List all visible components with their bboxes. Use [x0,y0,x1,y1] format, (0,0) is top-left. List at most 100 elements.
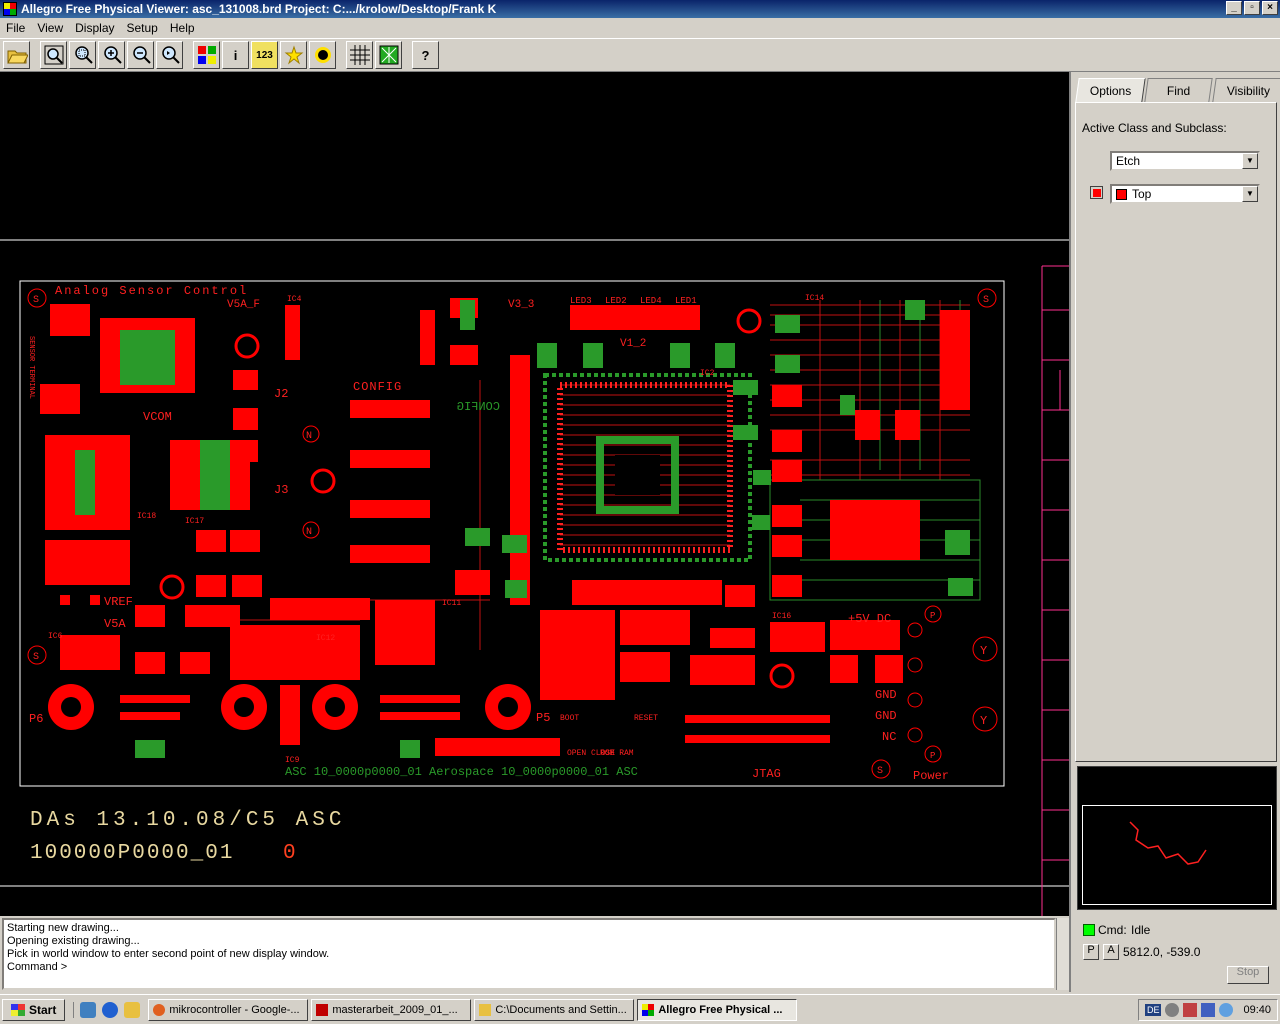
label-ic12: IC12 [316,634,335,643]
menu-view[interactable]: View [31,21,69,35]
label-jtag: JTAG [752,767,781,781]
open-icon[interactable] [3,41,30,69]
dehighlight-icon[interactable] [309,41,336,69]
update-icon[interactable] [1219,1002,1234,1017]
chevron-down-icon[interactable]: ▼ [1242,186,1258,202]
task-explorer[interactable]: C:\Documents and Settin... [474,998,635,1021]
label-n-1: N [306,431,312,442]
close-button[interactable]: × [1262,1,1278,15]
fid-s-4: S [877,766,883,777]
color-swatch-icon [1092,188,1101,197]
label-ic4: IC4 [287,295,302,304]
zoom-window-icon[interactable] [69,41,96,69]
folder-icon [479,1003,492,1016]
menu-help[interactable]: Help [164,21,201,35]
task-label: C:\Documents and Settin... [495,1003,627,1016]
highlight-icon[interactable] [280,41,307,69]
internet-explorer-icon[interactable] [102,1001,119,1018]
options-content: Active Class and Subclass: Etch ▼ Top ▼ [1075,102,1277,762]
pcb-canvas[interactable]: Analog Sensor Control S S S S V5A_F IC4 … [0,72,1069,916]
active-class-label: Active Class and Subclass: [1082,121,1227,135]
taskbar: Start mikrocontroller - Google-... maste… [0,994,1280,1024]
world-view-minimap[interactable] [1077,766,1277,910]
a-button[interactable]: A [1103,944,1119,960]
status-indicator-icon [1083,924,1095,936]
task-allegro[interactable]: Allegro Free Physical ... [637,998,798,1021]
menu-file[interactable]: File [0,21,31,35]
antivirus-icon[interactable] [1183,1002,1198,1017]
show-desktop-icon[interactable] [80,1001,97,1018]
cmd-state: Idle [1131,923,1151,937]
pcb-view[interactable]: Analog Sensor Control S S S S V5A_F IC4 … [0,72,1069,916]
subclass-color-button[interactable] [1090,186,1103,199]
label-boot: BOOT [560,714,579,723]
zoom-in-icon[interactable] [98,41,125,69]
language-indicator[interactable]: DE [1144,1003,1162,1016]
label-j3: J3 [274,483,288,497]
info-revision: 0 [283,842,296,865]
label-v12: V1_2 [620,338,646,350]
label-ic11: IC11 [442,599,461,608]
label-rom-ram: ROM RAM [600,749,634,758]
tab-find-label: Find [1167,84,1191,98]
task-pdf[interactable]: masterarbeit_2009_01_... [311,998,472,1021]
tab-options-label: Options [1089,84,1132,98]
tab-visibility[interactable]: Visibility [1212,78,1280,102]
cmd-label: Cmd: [1098,923,1127,937]
task-firefox[interactable]: mikrocontroller - Google-... [148,998,309,1021]
ratsnest-icon[interactable] [375,41,402,69]
info-icon[interactable]: i [222,41,249,69]
label-ic9: IC9 [285,756,300,765]
folder-icon[interactable] [124,1001,141,1018]
console-line: Pick in world window to enter second poi… [7,948,330,960]
tab-find[interactable]: Find [1144,78,1214,102]
menu-display[interactable]: Display [69,21,120,35]
console-prompt[interactable]: Command > [7,961,1051,974]
coordinates-readout: 5812.0, -539.0 [1123,945,1201,959]
tab-options[interactable]: Options [1075,78,1147,102]
label-sensor-terminal: SENSOR TERMINAL [27,336,35,399]
clock[interactable]: 09:40 [1243,1004,1271,1016]
label-v33: V3_3 [508,299,534,311]
windows-logo-icon [11,1003,25,1016]
firefox-icon [153,1003,166,1016]
label-v5a: V5A [104,617,126,631]
label-5vdc: +5V DC [848,612,891,626]
label-ic6: IC6 [48,632,63,641]
label-vcom: VCOM [143,410,172,424]
p-button[interactable]: P [1083,944,1099,960]
label-gnd-1: GND [875,688,897,702]
zoom-fit-icon[interactable] [40,41,67,69]
options-panel: Options Find Visibility Active Class and… [1069,72,1280,916]
console-scrollbar[interactable] [1056,918,1069,990]
tab-visibility-label: Visibility [1226,84,1270,98]
menu-setup[interactable]: Setup [121,21,164,35]
title-bar: Allegro Free Physical Viewer: asc_131008… [0,0,1280,18]
fid-s-3: S [33,652,39,663]
command-console: Starting new drawing... Opening existing… [0,916,1069,992]
task-label: Allegro Free Physical ... [658,1003,783,1016]
maximize-button[interactable]: ▫ [1244,1,1260,15]
class-value: Etch [1116,154,1141,168]
measure-icon[interactable]: 123 [251,41,278,69]
zoom-previous-icon[interactable] [156,41,183,69]
toolbar: i 123 ? [0,38,1280,72]
color-icon[interactable] [193,41,220,69]
help-icon[interactable]: ? [412,41,439,69]
start-button[interactable]: Start [2,998,66,1021]
network-icon[interactable] [1165,1002,1180,1017]
stop-button[interactable]: Stop [1227,966,1269,984]
volume-icon[interactable] [1201,1002,1216,1017]
zoom-out-icon[interactable] [127,41,154,69]
label-v5af: V5A_F [227,299,260,311]
console-output[interactable]: Starting new drawing... Opening existing… [2,918,1056,990]
subclass-select[interactable]: Top ▼ [1110,184,1260,204]
chevron-down-icon[interactable]: ▼ [1242,153,1258,169]
bga-footprint [543,373,752,562]
label-led2: LED2 [605,296,627,306]
grid-icon[interactable] [346,41,373,69]
minimize-button[interactable]: _ [1226,1,1242,15]
class-select[interactable]: Etch ▼ [1110,151,1260,171]
label-vref: VREF [104,595,133,609]
task-label: mikrocontroller - Google-... [169,1003,300,1016]
